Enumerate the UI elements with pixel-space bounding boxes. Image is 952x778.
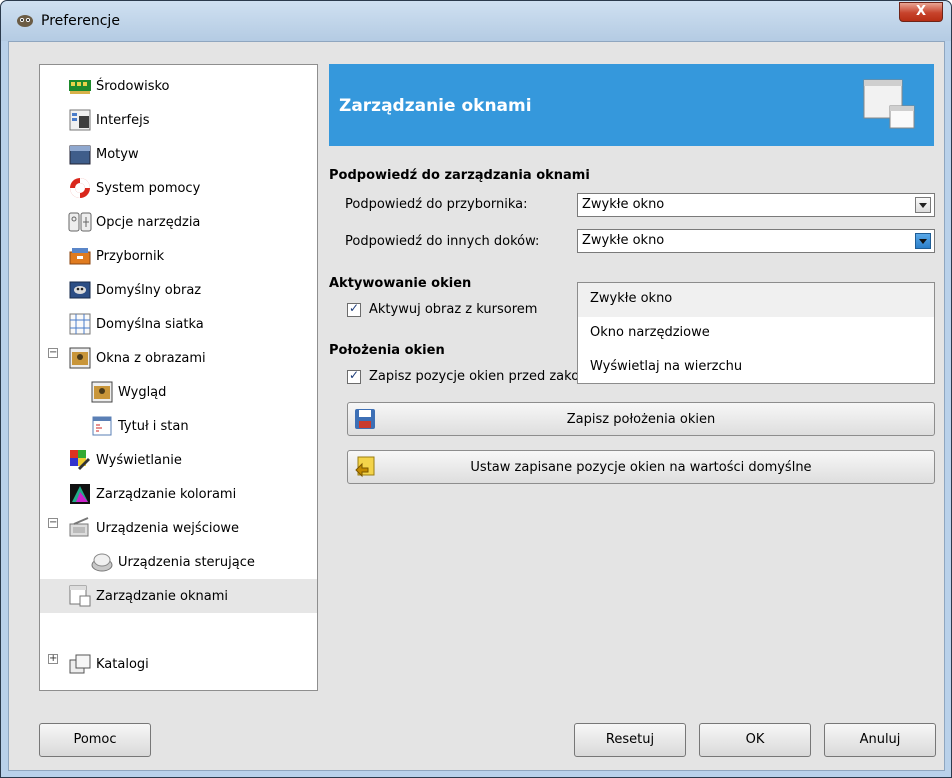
theme-icon (69, 145, 91, 165)
sidebar-item-label: Okna z obrazami (96, 350, 206, 366)
docks-hint-select[interactable]: Zwykłe okno (577, 229, 935, 253)
sidebar-item-label: Środowisko (96, 78, 170, 94)
sidebar-item-urzadzenia-wejsciowe[interactable]: Urządzenia wejściowe (40, 511, 317, 545)
sidebar-item-label: Opcje narzędzia (96, 214, 201, 230)
selected-value: Zwykłe okno (582, 197, 665, 212)
activate-image-checkbox-row[interactable]: Aktywuj obraz z kursorem (347, 301, 538, 317)
hints-heading: Podpowiedź do zarządzania oknami (329, 168, 590, 183)
color-management-icon (70, 484, 90, 504)
sidebar-item-label: Urządzenia sterujące (118, 554, 255, 570)
ok-button[interactable]: OK (699, 723, 811, 757)
save-positions-label: Zapisz położenia okien (566, 412, 716, 427)
docks-hint-dropdown[interactable]: Zwykłe okno Okno narzędziowe Wyświetlaj … (577, 282, 935, 384)
sidebar-item-urzadzenia-sterujace[interactable]: Urządzenia sterujące (40, 545, 317, 579)
sidebar-item-label: Tytuł i stan (118, 418, 189, 434)
folders-icon (69, 654, 91, 674)
toolbox-hint-select[interactable]: Zwykłe okno (577, 193, 935, 217)
sidebar-item-label: Domyślny obraz (96, 282, 202, 298)
appearance-icon (91, 381, 113, 403)
image-window-icon (69, 347, 91, 369)
sidebar-item-label: Wygląd (118, 384, 167, 400)
interface-icon (69, 109, 91, 131)
sidebar-item-okna-z-obrazami[interactable]: Okna z obrazami (40, 341, 317, 375)
sidebar-item-system-pomocy[interactable]: System pomocy (40, 171, 317, 205)
toolbox-icon (69, 248, 91, 265)
sidebar-item-motyw[interactable]: Motyw (40, 137, 317, 171)
reset-positions-button[interactable]: Ustaw zapisane pozycje okien na wartości… (347, 450, 935, 484)
page-title: Zarządzanie oknami (339, 96, 532, 116)
sidebar-item-domyslna-siatka[interactable]: Domyślna siatka (40, 307, 317, 341)
sidebar-item-katalogi[interactable]: Katalogi (40, 647, 317, 681)
close-button[interactable]: X (899, 2, 943, 22)
sidebar-item-interfejs[interactable]: Interfejs (40, 103, 317, 137)
sidebar-item-zarzadzanie-oknami[interactable]: Zarządzanie oknami (40, 579, 317, 613)
chevron-down-icon[interactable] (915, 233, 931, 249)
lifebuoy-icon (70, 178, 90, 198)
sidebar-item-label: Zarządzanie kolorami (96, 486, 237, 502)
sidebar-item-label: System pomocy (96, 180, 201, 196)
sidebar-item-label: Interfejs (96, 112, 150, 128)
sidebar-item-opcje-narzedzia[interactable]: Opcje narzędzia (40, 205, 317, 239)
tool-options-icon (68, 212, 92, 232)
reset-button[interactable]: Resetuj (574, 723, 686, 757)
display-icon (70, 450, 90, 470)
focus-heading: Aktywowanie okien (329, 276, 472, 291)
chevron-down-icon[interactable] (915, 197, 931, 213)
gimp-icon (17, 15, 33, 27)
reset-positions-label: Ustaw zapisane pozycje okien na wartości… (470, 460, 812, 475)
title-bar[interactable]: Preferencje X (1, 1, 951, 41)
dropdown-option[interactable]: Wyświetlaj na wierzchu (578, 351, 934, 385)
sidebar-item-tytul-i-stan[interactable]: Tytuł i stan (40, 409, 317, 443)
sidebar-item-label: Motyw (96, 146, 139, 162)
dialog-body: Środowisko Interfejs Motyw System pomocy… (8, 41, 945, 771)
sidebar-item-zarzadzanie-kolorami[interactable]: Zarządzanie kolorami (40, 477, 317, 511)
sidebar-item-srodowisko[interactable]: Środowisko (40, 69, 317, 103)
sidebar-item-wyswietlanie[interactable]: Wyświetlanie (40, 443, 317, 477)
cancel-button[interactable]: Anuluj (824, 723, 936, 757)
activate-image-label: Aktywuj obraz z kursorem (369, 302, 538, 317)
sidebar-item-wyglad[interactable]: Wygląd (40, 375, 317, 409)
preferences-window: Preferencje X Środowisko Interfejs Motyw… (0, 0, 952, 778)
page-banner: Zarządzanie oknami (329, 64, 934, 146)
settings-panel: Zarządzanie oknami Podpowiedź do zarządz… (329, 64, 935, 691)
sidebar-item-przybornik[interactable]: Przybornik (40, 239, 317, 273)
activate-image-checkbox[interactable] (347, 301, 361, 317)
window-title: Preferencje (41, 13, 120, 29)
sidebar-item-label: Katalogi (96, 656, 149, 672)
positions-heading: Położenia okien (329, 343, 445, 358)
window-management-icon (863, 79, 915, 129)
sidebar-item-label: Domyślna siatka (96, 316, 204, 332)
docks-hint-label: Podpowiedź do innych doków: (345, 234, 540, 249)
dropdown-option[interactable]: Zwykłe okno (578, 283, 934, 317)
sidebar-item-domyslny-obraz[interactable]: Domyślny obraz (40, 273, 317, 307)
help-button[interactable]: Pomoc (39, 723, 151, 757)
save-positions-button[interactable]: Zapisz położenia okien (347, 402, 935, 436)
sidebar-item-label: Przybornik (96, 248, 165, 264)
sidebar-item-label: Urządzenia wejściowe (96, 520, 240, 536)
grid-icon (69, 313, 91, 335)
window-management-icon (69, 585, 91, 607)
toolbox-hint-label: Podpowiedź do przybornika: (345, 197, 528, 212)
memory-chip-icon (69, 80, 91, 94)
category-tree[interactable]: Środowisko Interfejs Motyw System pomocy… (39, 64, 318, 691)
dropdown-option[interactable]: Okno narzędziowe (578, 317, 934, 351)
input-devices-icon (69, 517, 89, 537)
save-on-exit-checkbox[interactable] (347, 368, 361, 384)
selected-value: Zwykłe okno (582, 233, 665, 248)
sidebar-item-label: Wyświetlanie (96, 452, 182, 468)
controllers-icon (91, 553, 113, 572)
default-image-icon (69, 281, 91, 299)
title-status-icon (92, 416, 112, 436)
sidebar-item-label: Zarządzanie oknami (96, 588, 228, 604)
